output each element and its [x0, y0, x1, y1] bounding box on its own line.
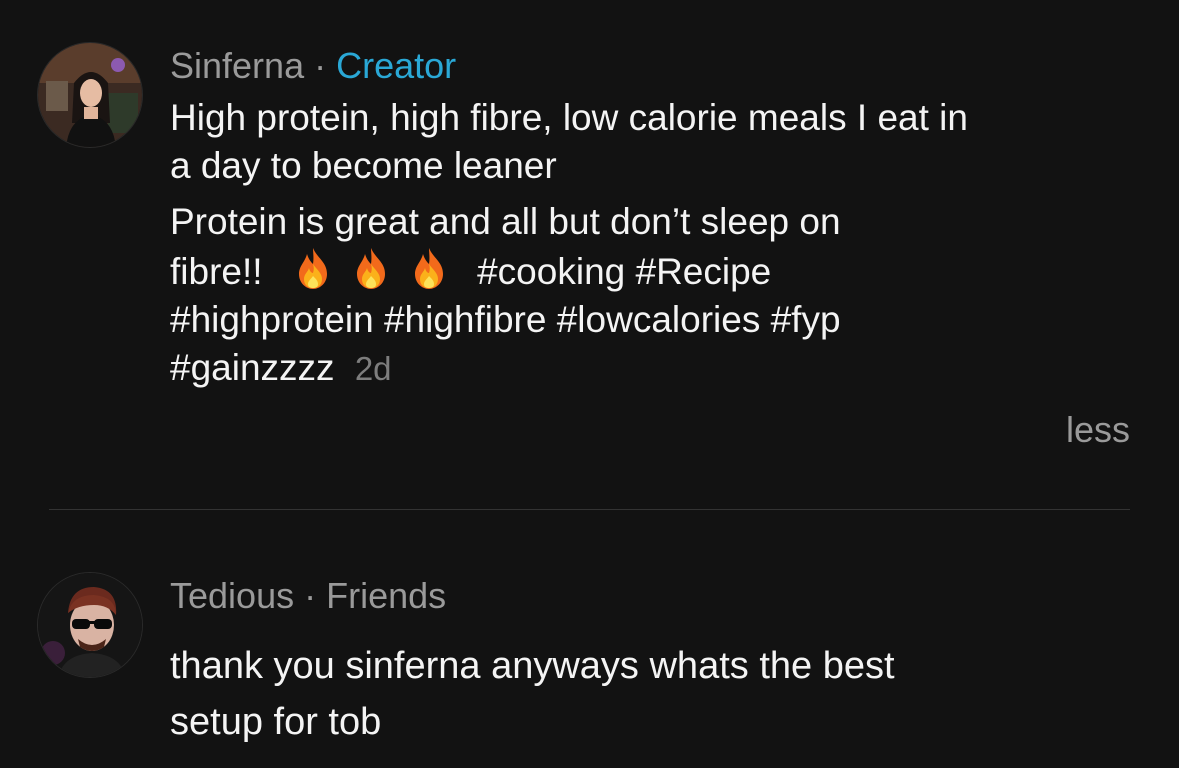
- timestamp: 2d: [354, 350, 392, 387]
- meta-separator: ·: [314, 45, 327, 86]
- comment-text-line-1: thank you sinferna anyways whats the bes…: [170, 645, 895, 687]
- author-name[interactable]: Tedious: [170, 575, 294, 616]
- caption-hashtags-1[interactable]: #cooking #Recipe: [477, 251, 771, 292]
- comment-meta: Tedious · Friends: [170, 574, 1135, 618]
- author-name[interactable]: Sinferna: [170, 45, 304, 86]
- caption-hashtags-2[interactable]: #highprotein #highfibre #lowcalories #fy…: [170, 296, 1135, 344]
- caption-body-line-1: Protein is great and all but don’t sleep…: [170, 201, 841, 242]
- fire-emoji-icon: [293, 246, 333, 290]
- comment-text-line-2: setup for tob: [170, 701, 382, 743]
- caption-body-prefix: fibre!!: [170, 251, 263, 292]
- caption-title-line-2: a day to become leaner: [170, 145, 557, 186]
- creator-badge: Creator: [336, 45, 457, 86]
- meta-separator: ·: [304, 575, 317, 616]
- caption-title-line-1: High protein, high fibre, low calorie me…: [170, 97, 968, 138]
- avatar-sinferna[interactable]: [37, 42, 143, 148]
- caption-hashtags-3[interactable]: #gainzzzz: [170, 347, 335, 388]
- fire-emoji-icon: [409, 246, 449, 290]
- friends-label: Friends: [326, 575, 447, 616]
- divider: [49, 509, 1130, 510]
- caption-body-line-4: #gainzzzz 2d: [170, 344, 1135, 393]
- avatar-tedious[interactable]: [37, 572, 143, 678]
- fire-emoji-icon: [351, 246, 391, 290]
- comment-meta: Sinferna · Creator: [170, 44, 1135, 88]
- caption-body-line-2: fibre!! #cooking #Recipe: [170, 246, 1135, 296]
- less-button[interactable]: less: [1066, 408, 1130, 452]
